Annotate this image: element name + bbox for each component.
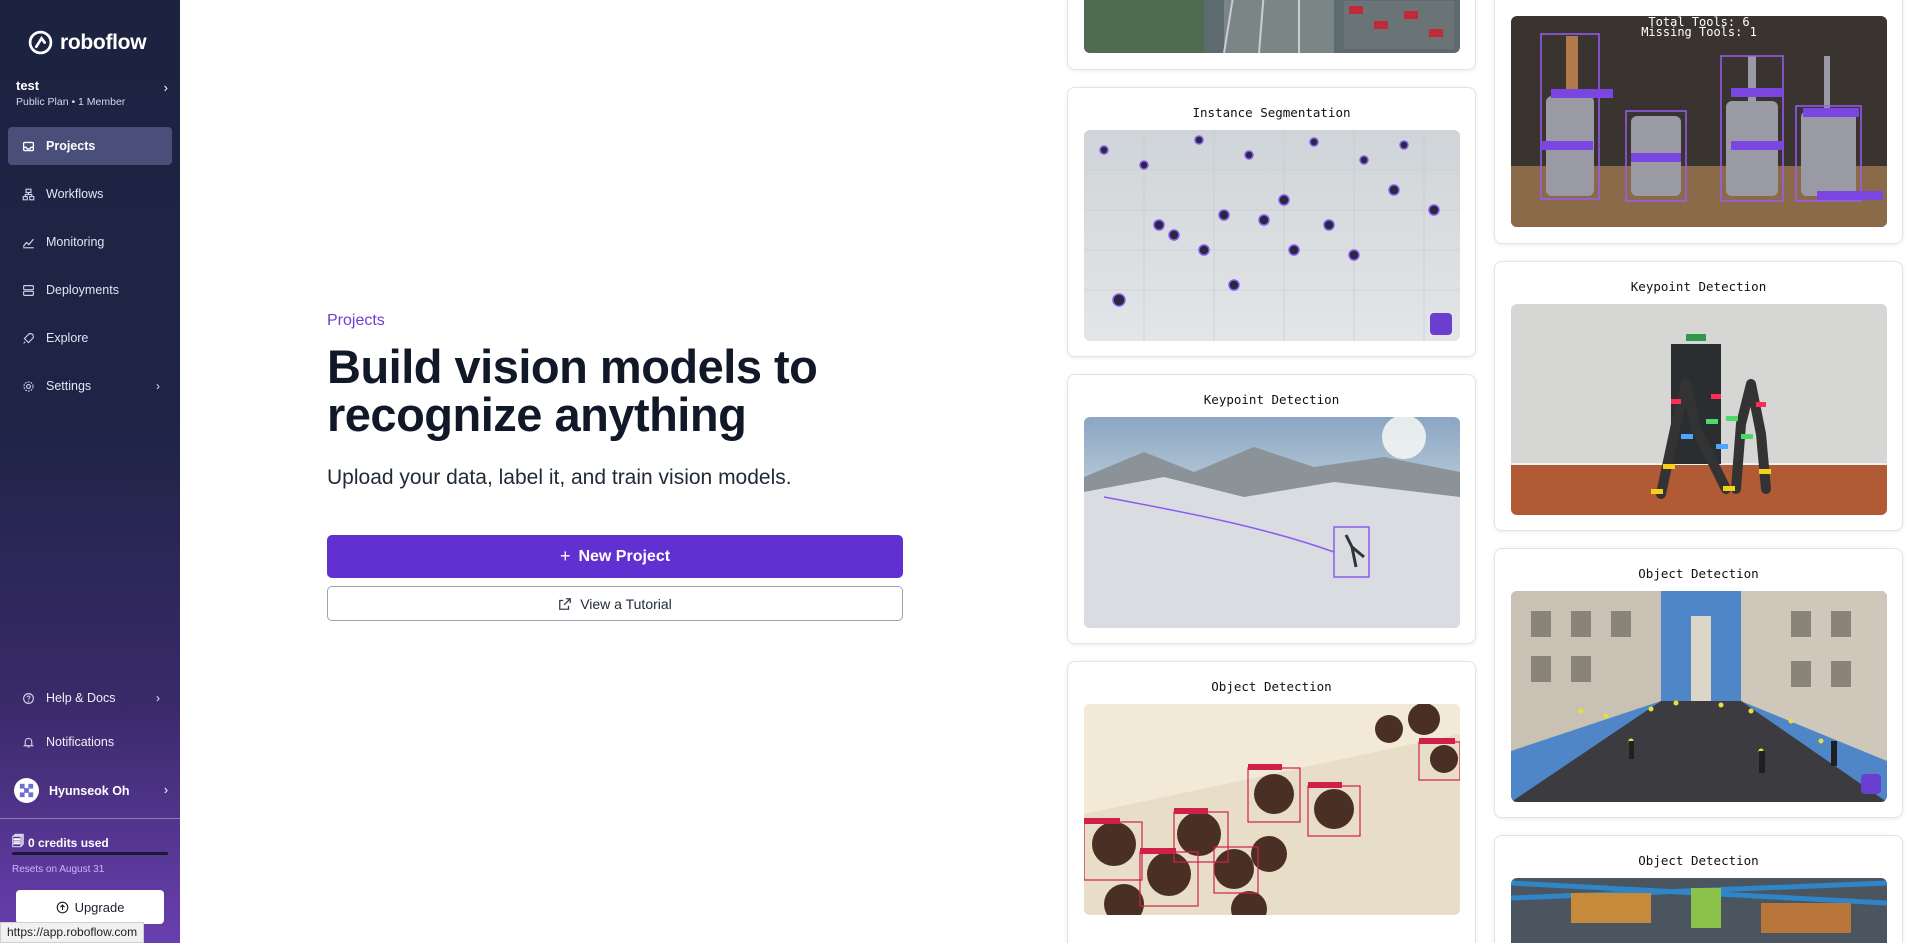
app-name: roboflow [60,30,147,54]
new-project-button[interactable]: + New Project [327,535,903,578]
skier-image [1084,417,1460,628]
sidebar-item-label: Workflows [46,187,104,201]
tools-overlay-missing: Missing Tools: 1 [1641,25,1757,39]
user-name: Hyunseok Oh [49,783,130,798]
notifications-label: Notifications [46,735,115,749]
gallery-card-object-detection-c[interactable]: Object Detection [1494,835,1903,943]
browser-status-url: https://app.roboflow.com [0,922,145,943]
machine-tools-image: Total Tools: 6 Missing Tools: 1 [1511,16,1887,227]
sidebar-item-label: Projects [46,139,96,153]
external-link-icon [559,597,572,610]
gallery-card-object-detection-a[interactable]: Object Detection [1067,661,1476,943]
card-title: Object Detection [1638,566,1759,581]
page-eyebrow: Projects [327,312,385,329]
rocket-icon [22,332,35,345]
sidebar-item-label: Explore [46,331,89,345]
help-circle-icon [22,692,35,705]
gallery-card-instance-segmentation[interactable]: Instance Segmentation [1067,87,1476,357]
chevron-right-icon: › [156,379,160,393]
card-title: Instance Segmentation [1192,105,1351,120]
chevron-right-icon: › [156,691,160,705]
new-project-label: New Project [578,547,671,565]
sidebar: roboflow test Public Plan • 1 Member › P… [0,0,180,943]
card-title: Object Detection [1211,679,1332,694]
sidebar-divider [0,818,180,819]
sidebar-item-label: Deployments [46,283,119,297]
credits-usage[interactable]: 🗐 0 credits used [12,832,109,853]
gallery-card-tools-top-partial[interactable]: Total Tools: 6 Missing Tools: 1 [1494,0,1903,244]
view-tutorial-button[interactable]: View a Tutorial [327,586,903,621]
help-docs-link[interactable]: Help & Docs › [8,682,172,714]
doorway-person-image [1511,304,1887,515]
gallery-card-top-partial [1067,0,1476,70]
aerial-street-image [1084,0,1460,53]
crowd-plaza-image [1084,130,1460,341]
sidebar-nav: Projects Workflows Monitoring Deployment… [8,127,172,415]
sidebar-item-explore[interactable]: Explore [8,319,172,357]
sidebar-item-deployments[interactable]: Deployments [8,271,172,309]
view-tutorial-label: View a Tutorial [580,595,672,612]
warehouse-image [1511,878,1887,943]
london-street-image [1511,591,1887,802]
sidebar-item-label: Monitoring [46,235,105,249]
credits-icon: 🗐 [12,834,24,848]
chart-icon [22,236,35,249]
chevron-right-icon: › [163,783,168,797]
gallery-card-keypoint-detection-2[interactable]: Keypoint Detection [1494,261,1903,531]
sidebar-bottom-nav: Help & Docs › Notifications [8,682,172,770]
upgrade-label: Upgrade [74,899,125,915]
avatar [14,778,39,803]
page-subtitle: Upload your data, label it, and train vi… [327,466,792,489]
sidebar-item-workflows[interactable]: Workflows [8,175,172,213]
bell-icon [22,736,35,749]
credits-label: 0 credits used [28,835,109,850]
workspace-name: test [16,78,40,93]
sidebar-item-projects[interactable]: Projects [8,127,172,165]
roboflow-logo[interactable]: roboflow [28,30,147,55]
page-title: Build vision models to recognize anythin… [327,340,818,441]
chocolate-truffles-image [1084,704,1460,915]
sidebar-item-settings[interactable]: Settings › [8,367,172,405]
workflow-icon [22,188,35,201]
card-title: Keypoint Detection [1203,392,1340,407]
user-menu[interactable]: Hyunseok Oh › [14,778,168,803]
workspace-switcher[interactable]: test Public Plan • 1 Member › [16,78,168,108]
credits-reset-date: Resets on August 31 [12,864,105,875]
inbox-icon [22,140,35,153]
sidebar-item-monitoring[interactable]: Monitoring [8,223,172,261]
gallery-card-object-detection-b[interactable]: Object Detection [1494,548,1903,818]
upload-icon [56,901,68,913]
help-docs-label: Help & Docs [46,691,116,705]
credits-progress-bar [12,852,168,855]
gear-icon [22,380,35,393]
gallery-card-keypoint-detection[interactable]: Keypoint Detection [1067,374,1476,644]
card-title: Keypoint Detection [1630,279,1767,294]
upgrade-button[interactable]: Upgrade [16,890,164,924]
chevron-right-icon: › [163,80,168,95]
avatar-pattern-icon [19,783,34,798]
notifications-link[interactable]: Notifications [8,726,172,758]
plus-icon: + [559,546,571,566]
workspace-plan: Public Plan • 1 Member [16,96,126,108]
sidebar-item-label: Settings [46,379,92,393]
card-title: Object Detection [1638,853,1759,868]
roboflow-logo-icon [28,30,53,55]
server-icon [22,284,35,297]
